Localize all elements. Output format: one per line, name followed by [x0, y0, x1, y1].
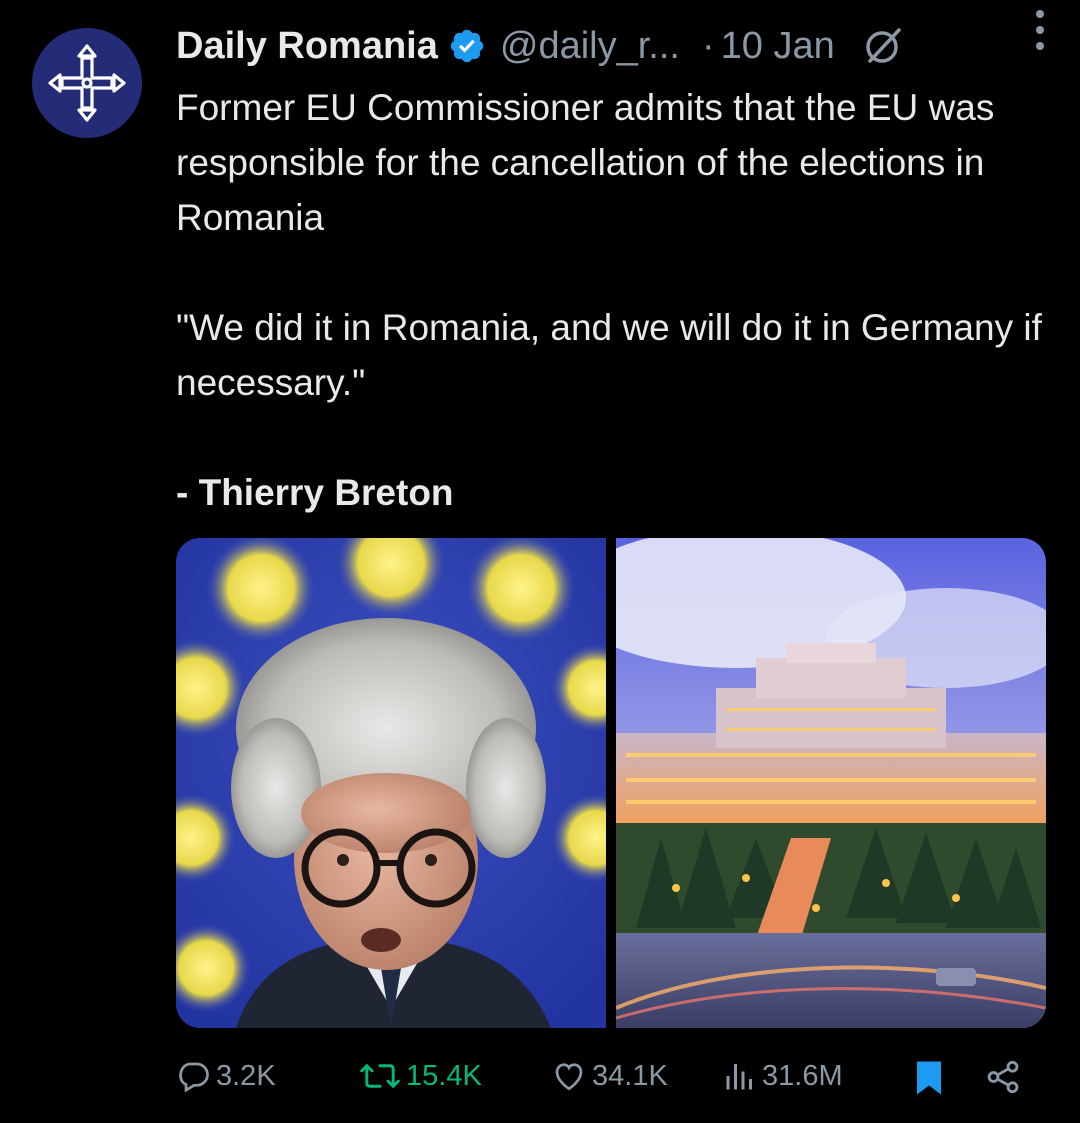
views-icon: [726, 1064, 752, 1090]
share-button[interactable]: [984, 1058, 1026, 1096]
views-count: 31.6M: [762, 1059, 843, 1092]
verified-badge-icon: [448, 27, 486, 65]
repost-button[interactable]: 15.4K: [358, 1058, 482, 1094]
grok-icon[interactable]: [861, 24, 905, 68]
repost-icon: [360, 1064, 400, 1088]
separator-dot: ·: [701, 24, 715, 67]
like-count: 34.1K: [592, 1059, 668, 1092]
post-date[interactable]: 10 Jan: [721, 25, 835, 68]
media-grid: [176, 538, 1046, 1028]
action-bar: 3.2K 15.4K 34.1K 31.6M: [176, 1052, 1036, 1108]
reply-icon: [179, 1062, 209, 1093]
author-handle[interactable]: @daily_r...: [500, 25, 680, 68]
reply-button[interactable]: 3.2K: [176, 1058, 276, 1094]
post-signature: - Thierry Breton: [176, 472, 454, 513]
more-icon[interactable]: [1034, 10, 1046, 50]
repost-count: 15.4K: [406, 1059, 482, 1092]
media-image-portrait[interactable]: [176, 538, 606, 1028]
avatar[interactable]: [32, 28, 142, 138]
heart-icon: [555, 1063, 583, 1091]
post-header: Daily Romania @daily_r... · 10 Jan: [176, 20, 1060, 72]
like-button[interactable]: 34.1K: [550, 1058, 668, 1094]
bookmark-icon: [917, 1061, 941, 1095]
media-image-palace[interactable]: [616, 538, 1046, 1028]
views-button[interactable]: 31.6M: [722, 1058, 843, 1094]
bookmark-button[interactable]: [911, 1058, 951, 1098]
post-text: Former EU Commissioner admits that the E…: [176, 80, 1056, 520]
author-name[interactable]: Daily Romania: [176, 25, 438, 68]
post-quote: "We did it in Romania, and we will do it…: [176, 307, 1042, 403]
share-icon: [987, 1060, 1019, 1094]
reply-count: 3.2K: [216, 1059, 276, 1092]
post-body: Former EU Commissioner admits that the E…: [176, 87, 995, 238]
cross-logo-icon: [48, 44, 126, 122]
